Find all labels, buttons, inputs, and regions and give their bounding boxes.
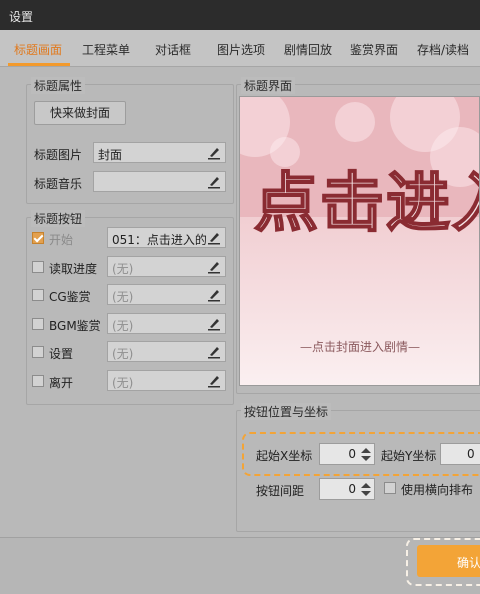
window-title: 设置 — [9, 10, 34, 24]
edit-pencil-icon[interactable] — [207, 344, 221, 359]
ok-button[interactable]: 确认 — [417, 545, 480, 577]
edit-pencil-icon[interactable] — [207, 230, 221, 245]
settings-window: 设置 标题画面 工程菜单 对话框 图片选项 剧情回放 鉴赏界面 存档/读档 标题… — [0, 0, 480, 594]
start-target-field[interactable]: 051：点击进入的 — [107, 227, 226, 248]
settings-label: 设置 — [49, 347, 74, 361]
edit-pencil-icon[interactable] — [207, 145, 221, 160]
edit-pencil-icon[interactable] — [207, 373, 221, 388]
title-screen-label: 标题界面 — [241, 77, 296, 94]
button-position-label: 按钮位置与坐标 — [241, 403, 332, 420]
start-x-spinbox[interactable]: 0 — [319, 443, 375, 465]
horizontal-layout-label: 使用横向排布 — [401, 483, 474, 497]
bgm-label: BGM鉴赏 — [49, 319, 101, 333]
tab-project-menu[interactable]: 工程菜单 — [82, 41, 130, 58]
spin-up-arrow-icon[interactable] — [361, 483, 371, 488]
spin-down-arrow-icon[interactable] — [361, 491, 371, 496]
edit-pencil-icon[interactable] — [207, 316, 221, 331]
cg-label: CG鉴赏 — [49, 290, 91, 304]
start-y-label: 起始Y坐标 — [381, 449, 437, 463]
load-target-field[interactable]: (无) — [107, 256, 226, 277]
spacing-label: 按钮间距 — [256, 484, 305, 498]
title-buttons-label: 标题按钮 — [31, 210, 86, 227]
cg-checkbox[interactable] — [32, 289, 44, 301]
bgm-checkbox[interactable] — [32, 318, 44, 330]
edit-pencil-icon[interactable] — [207, 259, 221, 274]
title-screen-preview: 点击进入 —点击封面进入剧情— — [239, 96, 480, 386]
exit-checkbox[interactable] — [32, 375, 44, 387]
tab-story-replay[interactable]: 剧情回放 — [284, 41, 332, 58]
start-label: 开始 — [49, 233, 74, 247]
tab-title-screen[interactable]: 标题画面 — [14, 41, 62, 58]
spin-up-arrow-icon[interactable] — [361, 448, 371, 453]
cg-target-field[interactable]: (无) — [107, 284, 226, 305]
tab-save-load[interactable]: 存档/读档 — [417, 41, 469, 58]
title-properties-label: 标题属性 — [31, 77, 86, 94]
preview-subtitle-text: —点击封面进入剧情— — [300, 340, 421, 354]
tab-bar: 标题画面 工程菜单 对话框 图片选项 剧情回放 鉴赏界面 存档/读档 — [0, 30, 480, 67]
settings-checkbox[interactable] — [32, 346, 44, 358]
title-bar: 设置 — [0, 0, 480, 30]
preview-title-text: 点击进入 — [253, 165, 479, 242]
horizontal-layout-checkbox[interactable] — [384, 482, 396, 494]
spin-down-arrow-icon[interactable] — [361, 456, 371, 461]
exit-target-field[interactable]: (无) — [107, 370, 226, 391]
quick-cover-button[interactable]: 快来做封面 — [34, 101, 126, 125]
exit-label: 离开 — [49, 376, 74, 390]
title-image-field[interactable]: 封面 — [93, 142, 226, 163]
active-tab-indicator — [8, 63, 70, 66]
title-music-label: 标题音乐 — [34, 177, 83, 191]
tab-gallery[interactable]: 鉴赏界面 — [350, 41, 398, 58]
start-y-spinbox[interactable]: 0 — [440, 443, 480, 465]
edit-pencil-icon[interactable] — [207, 287, 221, 302]
tab-dialog[interactable]: 对话框 — [155, 41, 191, 58]
start-checkbox[interactable] — [32, 232, 44, 244]
title-image-label: 标题图片 — [34, 148, 83, 162]
start-x-label: 起始X坐标 — [256, 449, 313, 463]
edit-pencil-icon[interactable] — [207, 174, 221, 189]
spacing-spinbox[interactable]: 0 — [319, 478, 375, 500]
tab-image-options[interactable]: 图片选项 — [217, 41, 265, 58]
bokeh-circle — [335, 102, 375, 142]
bgm-target-field[interactable]: (无) — [107, 313, 226, 334]
load-checkbox[interactable] — [32, 261, 44, 273]
title-music-field[interactable] — [93, 171, 226, 192]
load-label: 读取进度 — [49, 262, 98, 276]
settings-target-field[interactable]: (无) — [107, 341, 226, 362]
